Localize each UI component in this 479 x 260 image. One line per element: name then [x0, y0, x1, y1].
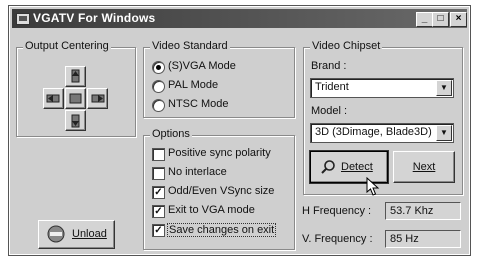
arrow-left-icon: [46, 94, 60, 103]
next-label: Next: [412, 161, 436, 173]
stop-icon: [47, 225, 65, 243]
video-chipset-group: Video Chipset Brand : Trident ▼ Model : …: [303, 40, 463, 195]
model-value: 3D (3Dimage, Blade3D): [315, 126, 432, 138]
move-down-button[interactable]: [65, 110, 86, 131]
h-frequency-value: 53.7 Khz: [385, 202, 461, 220]
video-standard-group: Video Standard (S)VGA Mode PAL Mode NTSC…: [143, 40, 295, 118]
arrow-right-icon: [91, 94, 105, 103]
arrow-up-icon: [71, 69, 80, 83]
magnifier-icon: [321, 160, 335, 174]
v-frequency-value: 85 Hz: [385, 230, 461, 248]
model-label: Model :: [311, 105, 348, 117]
video-chipset-label: Video Chipset: [310, 40, 383, 52]
maximize-button[interactable]: □: [432, 12, 449, 27]
save-changes-label[interactable]: Save changes on exit: [167, 223, 277, 237]
next-button[interactable]: Next: [393, 151, 455, 183]
mouse-cursor-icon: [366, 177, 380, 196]
center-button[interactable]: [65, 88, 86, 109]
brand-select[interactable]: Trident ▼: [310, 78, 454, 98]
brand-value: Trident: [315, 81, 349, 93]
output-centering-label: Output Centering: [23, 40, 111, 52]
options-group: Options Positive sync polarity No interl…: [143, 128, 295, 250]
output-centering-group: Output Centering: [16, 40, 136, 137]
chevron-down-icon[interactable]: ▼: [436, 125, 452, 141]
close-button[interactable]: ×: [450, 12, 467, 27]
odd-even-vsync-label[interactable]: Odd/Even VSync size: [168, 185, 274, 197]
move-right-button[interactable]: [87, 88, 108, 109]
chevron-down-icon[interactable]: ▼: [436, 80, 452, 96]
h-frequency-label: H Frequency :: [302, 205, 372, 217]
v-frequency-label: V. Frequency :: [302, 233, 373, 245]
move-left-button[interactable]: [43, 88, 64, 109]
save-changes-checkbox[interactable]: ✓: [152, 224, 165, 237]
arrow-down-icon: [71, 114, 80, 128]
center-icon: [69, 93, 82, 104]
detect-label: Detect: [341, 161, 373, 173]
main-window: VGATV For Windows _ □ × Output Centering…: [8, 5, 471, 256]
exit-to-vga-label[interactable]: Exit to VGA mode: [168, 204, 255, 216]
positive-sync-label[interactable]: Positive sync polarity: [168, 147, 271, 159]
pal-mode-label[interactable]: PAL Mode: [168, 79, 218, 91]
unload-label: Unload: [72, 228, 107, 240]
video-standard-label: Video Standard: [150, 40, 230, 52]
unload-button[interactable]: Unload: [38, 220, 115, 249]
odd-even-vsync-checkbox[interactable]: ✓: [152, 186, 165, 199]
svga-mode-radio[interactable]: [152, 61, 165, 74]
svga-mode-label[interactable]: (S)VGA Mode: [168, 60, 236, 72]
no-interlace-label[interactable]: No interlace: [168, 166, 227, 178]
pal-mode-radio[interactable]: [152, 80, 165, 93]
window-title: VGATV For Windows: [33, 11, 156, 25]
title-bar[interactable]: VGATV For Windows _ □ ×: [12, 9, 467, 28]
app-icon: [16, 13, 30, 25]
ntsc-mode-label[interactable]: NTSC Mode: [168, 98, 229, 110]
minimize-button[interactable]: _: [416, 12, 433, 27]
exit-to-vga-checkbox[interactable]: ✓: [152, 205, 165, 218]
options-label: Options: [150, 128, 192, 140]
no-interlace-checkbox[interactable]: [152, 167, 165, 180]
move-up-button[interactable]: [65, 66, 86, 87]
model-select[interactable]: 3D (3Dimage, Blade3D) ▼: [310, 123, 454, 143]
ntsc-mode-radio[interactable]: [152, 99, 165, 112]
brand-label: Brand :: [311, 60, 347, 72]
positive-sync-checkbox[interactable]: [152, 148, 165, 161]
